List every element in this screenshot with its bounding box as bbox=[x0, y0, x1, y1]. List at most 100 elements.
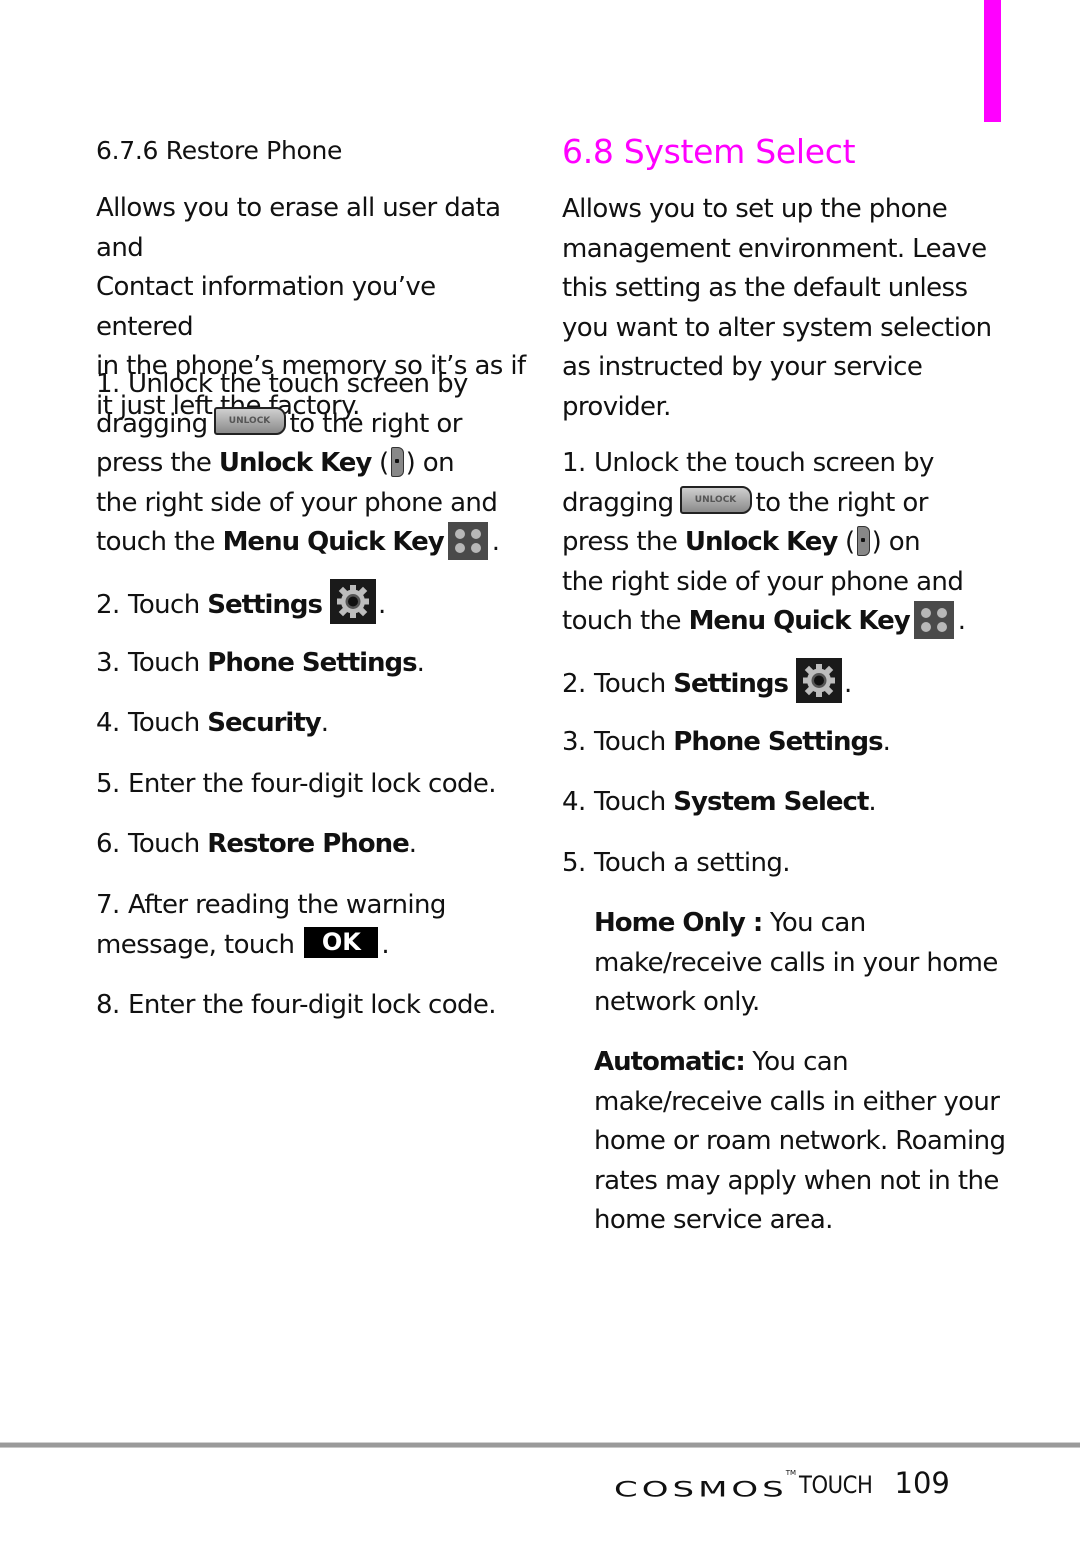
unlock-key-icon bbox=[856, 525, 870, 556]
step-text: Touch bbox=[128, 708, 200, 738]
step-text: . bbox=[882, 727, 891, 757]
step-3: 3. Touch Phone Settings. bbox=[562, 723, 891, 763]
step-text: . bbox=[408, 829, 417, 859]
intro-line: this setting as the default unless bbox=[562, 273, 968, 303]
step-text: touch the bbox=[96, 527, 215, 557]
trademark-mark: TM bbox=[785, 1469, 797, 1477]
step-keyword: Menu Quick Key bbox=[222, 527, 445, 557]
step-text: Enter the four-digit lock code. bbox=[128, 990, 497, 1020]
step-6: 6. Touch Restore Phone. bbox=[96, 825, 417, 865]
step-text: press the bbox=[96, 448, 212, 478]
step-text: ( bbox=[845, 527, 855, 557]
step-number: 1. bbox=[562, 448, 586, 478]
option-label: Automatic: bbox=[594, 1047, 746, 1077]
step-number: 5. bbox=[562, 848, 586, 878]
step-text: After reading the warning bbox=[128, 890, 446, 920]
step-number: 4. bbox=[96, 708, 120, 738]
step-keyword: Settings bbox=[207, 590, 323, 620]
option-text: home or roam network. Roaming bbox=[594, 1126, 1006, 1156]
step-keyword: Security bbox=[207, 708, 321, 738]
option-text: You can bbox=[770, 908, 866, 938]
option-text: make/receive calls in your home bbox=[594, 947, 998, 978]
step-text: Touch bbox=[594, 727, 666, 757]
step-number: 8. bbox=[96, 990, 120, 1020]
subsection-heading: 6.7.6 Restore Phone bbox=[96, 136, 343, 165]
step-text: . bbox=[491, 527, 500, 557]
step-keyword: Unlock Key bbox=[684, 527, 838, 557]
step-number: 6. bbox=[96, 829, 120, 859]
step-text: . bbox=[320, 708, 329, 738]
step-number: 3. bbox=[96, 648, 120, 678]
step-text: Touch bbox=[594, 787, 666, 817]
intro-line: Allows you to set up the phone bbox=[562, 194, 948, 224]
option-text: home service area. bbox=[594, 1205, 833, 1235]
step-1: 1. Unlock the touch screen by dragging UNL… bbox=[96, 365, 500, 563]
unlock-key-icon bbox=[390, 446, 404, 477]
option-text: You can bbox=[752, 1047, 848, 1077]
step-keyword: Unlock Key bbox=[218, 448, 372, 478]
step-text: touch the bbox=[562, 606, 681, 636]
step-8: 8. Enter the four-digit lock code. bbox=[96, 986, 497, 1026]
menu-grid-icon bbox=[447, 521, 488, 560]
step-keyword: System Select bbox=[673, 787, 869, 817]
option-text: rates may apply when not in the bbox=[594, 1165, 999, 1196]
brand-logo: COSMOS bbox=[614, 1477, 788, 1502]
option-automatic: Automatic: You can make/receive calls in… bbox=[594, 1043, 1006, 1241]
unlock-slider-icon: UNLOCK bbox=[213, 407, 286, 435]
step-text: to the right or bbox=[289, 408, 463, 439]
step-4: 4. Touch System Select. bbox=[562, 783, 877, 823]
step-text: ) on bbox=[871, 527, 921, 557]
step-number: 3. bbox=[562, 727, 586, 757]
step-number: 2. bbox=[562, 669, 586, 699]
option-text: make/receive calls in either your bbox=[594, 1086, 1000, 1117]
step-keyword: Restore Phone bbox=[207, 829, 409, 859]
intro-line: Contact information you’ve entered bbox=[96, 272, 436, 342]
page-footer: COSMOS TM TOUCH 109 bbox=[614, 1462, 950, 1502]
step-text: message, touch bbox=[96, 929, 295, 960]
step-3: 3. Touch Phone Settings. bbox=[96, 644, 425, 684]
step-text: . bbox=[378, 590, 386, 620]
intro-line: provider. bbox=[562, 391, 671, 422]
step-text: . bbox=[957, 606, 966, 636]
step-number: 2. bbox=[96, 590, 120, 620]
step-number: 5. bbox=[96, 769, 120, 799]
step-number: 7. bbox=[96, 890, 120, 920]
step-7: 7. After reading the warning message, tou… bbox=[96, 886, 446, 965]
intro-line: you want to alter system selection bbox=[562, 312, 992, 343]
option-label: Home Only : bbox=[594, 908, 763, 938]
step-number: 4. bbox=[562, 787, 586, 817]
step-number: 1. bbox=[96, 369, 120, 399]
product-name: TOUCH bbox=[799, 1471, 873, 1499]
step-text: Unlock the touch screen by bbox=[128, 369, 468, 399]
page-number: 109 bbox=[894, 1466, 950, 1500]
step-text: Touch bbox=[128, 590, 200, 620]
intro-line: as instructed by your service bbox=[562, 352, 923, 382]
intro-paragraph: Allows you to set up the phone managemen… bbox=[562, 190, 992, 427]
unlock-slider-icon: UNLOCK bbox=[679, 486, 752, 514]
step-text: ) on bbox=[405, 448, 455, 478]
step-text: Enter the four-digit lock code. bbox=[128, 769, 497, 799]
step-text: the right side of your phone and bbox=[562, 566, 964, 597]
chapter-tab-marker bbox=[984, 0, 1001, 122]
step-5: 5. Enter the four-digit lock code. bbox=[96, 765, 497, 805]
step-text: press the bbox=[562, 527, 678, 557]
intro-line: management environment. Leave bbox=[562, 233, 987, 264]
step-5: 5. Touch a setting. bbox=[562, 844, 790, 884]
menu-grid-icon bbox=[913, 600, 954, 639]
step-text: . bbox=[381, 929, 390, 960]
ok-button-icon: OK bbox=[304, 926, 379, 958]
step-1: 1. Unlock the touch screen by dragging UNL… bbox=[562, 444, 966, 642]
step-keyword: Settings bbox=[673, 669, 789, 699]
step-text: . bbox=[844, 669, 852, 699]
step-text: dragging bbox=[562, 487, 674, 518]
step-keyword: Menu Quick Key bbox=[688, 606, 911, 636]
step-text: the right side of your phone and bbox=[96, 487, 498, 518]
step-2: 2. Touch Settings. bbox=[96, 579, 386, 628]
gear-icon bbox=[330, 579, 377, 624]
footer-divider bbox=[0, 1442, 1080, 1448]
step-text: Touch bbox=[128, 648, 200, 678]
gear-icon bbox=[796, 658, 843, 703]
step-text: Unlock the touch screen by bbox=[594, 448, 934, 478]
section-heading: 6.8 System Select bbox=[562, 132, 856, 171]
step-text: to the right or bbox=[755, 487, 929, 518]
